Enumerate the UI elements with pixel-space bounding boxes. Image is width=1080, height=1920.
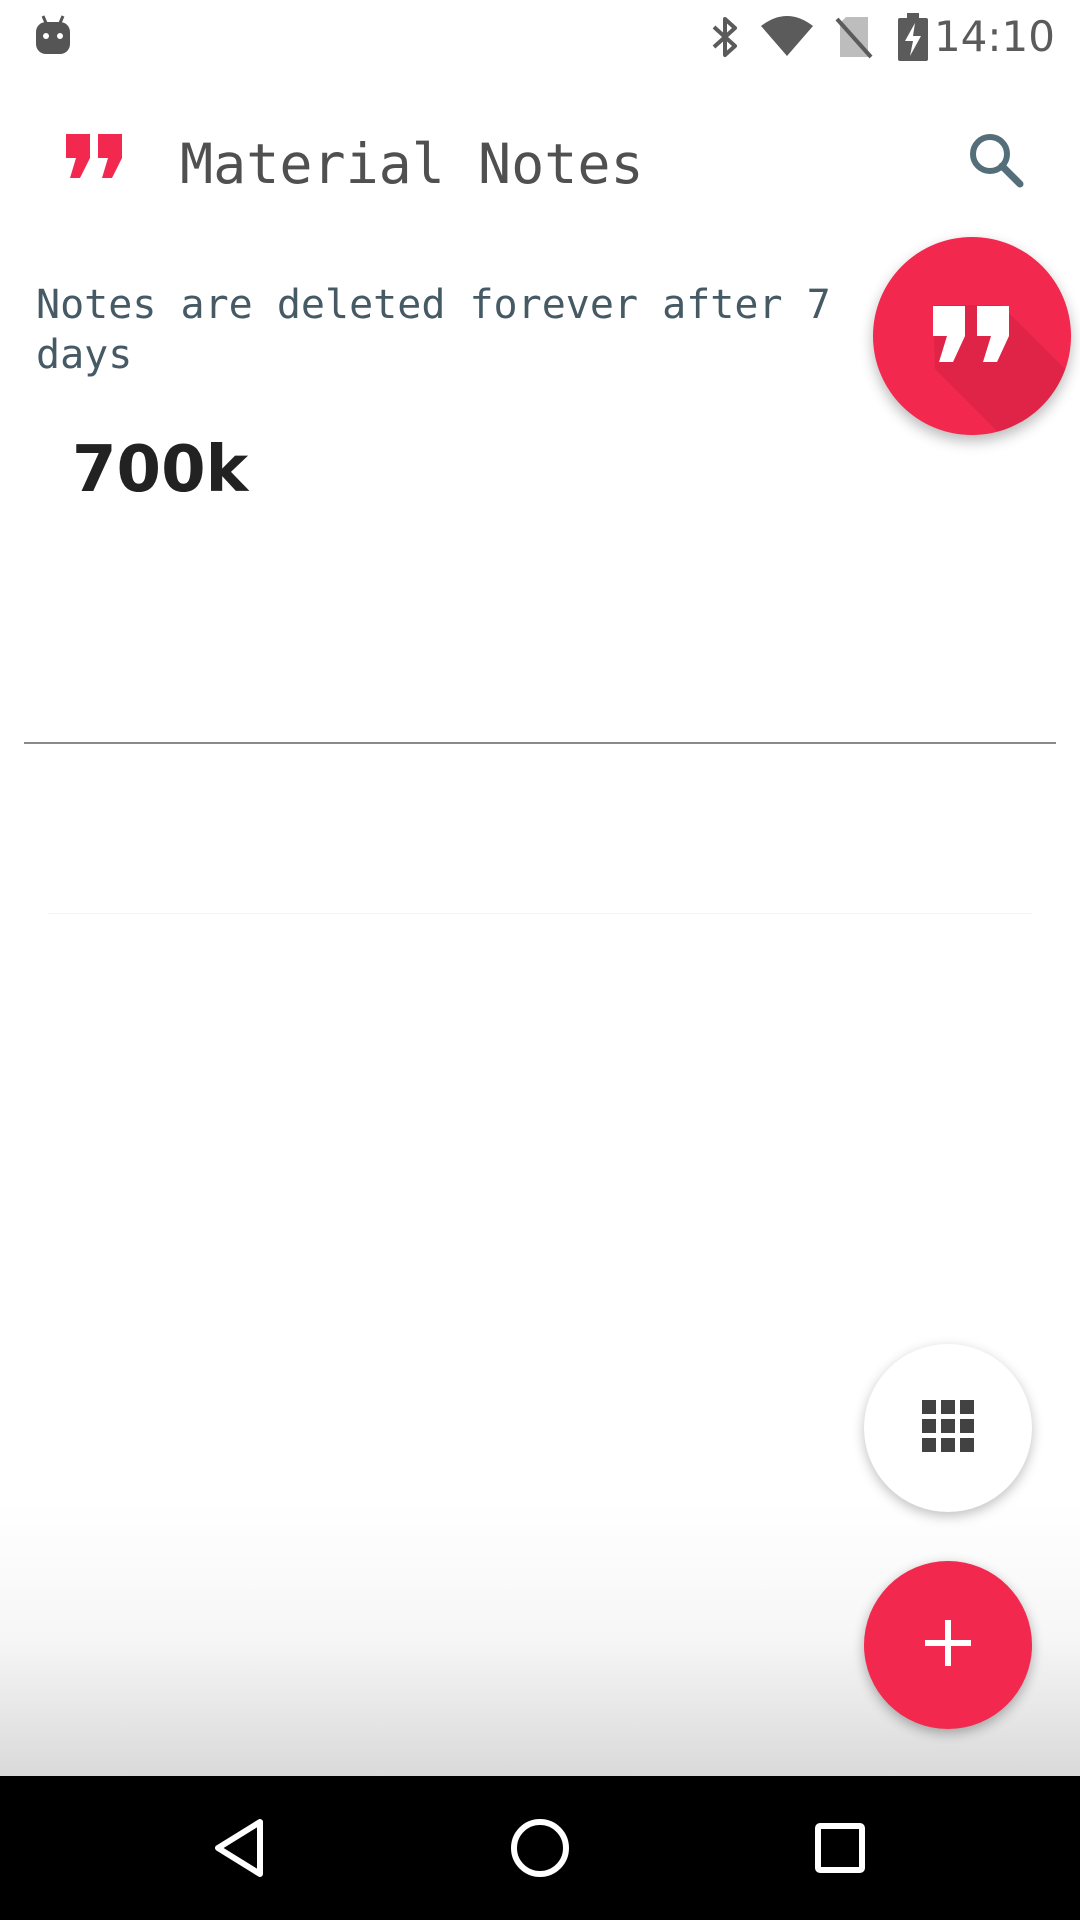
quote-fab-button[interactable]	[873, 237, 1071, 435]
status-bar: 14:10	[0, 0, 1080, 72]
navigation-bar	[0, 1776, 1080, 1920]
add-note-button[interactable]	[864, 1561, 1032, 1729]
recents-button[interactable]	[792, 1800, 888, 1896]
note-title: 700k	[72, 433, 249, 507]
note-divider	[24, 742, 1056, 744]
search-icon	[970, 134, 1024, 188]
back-button[interactable]	[192, 1800, 288, 1896]
battery-charging-icon	[896, 12, 930, 66]
bluetooth-icon	[708, 14, 742, 64]
app-title: Material Notes	[180, 132, 644, 196]
back-icon	[215, 1819, 263, 1877]
grid-view-button[interactable]	[864, 1344, 1032, 1512]
divider	[48, 913, 1032, 914]
trash-notice: Notes are deleted forever after 7 days	[36, 282, 831, 378]
quote-icon	[64, 132, 126, 186]
home-icon	[511, 1819, 569, 1877]
quote-icon	[931, 304, 1013, 368]
plus-icon	[925, 1620, 971, 1670]
wifi-icon	[760, 14, 814, 62]
recents-icon	[815, 1823, 865, 1873]
no-sim-icon	[834, 14, 874, 64]
android-debug-icon	[34, 14, 72, 60]
search-button[interactable]	[960, 124, 1032, 196]
home-button[interactable]	[492, 1800, 588, 1896]
toolbar: Material Notes	[0, 72, 1080, 244]
grid-icon	[922, 1400, 974, 1456]
status-time: 14:10	[933, 12, 1055, 61]
